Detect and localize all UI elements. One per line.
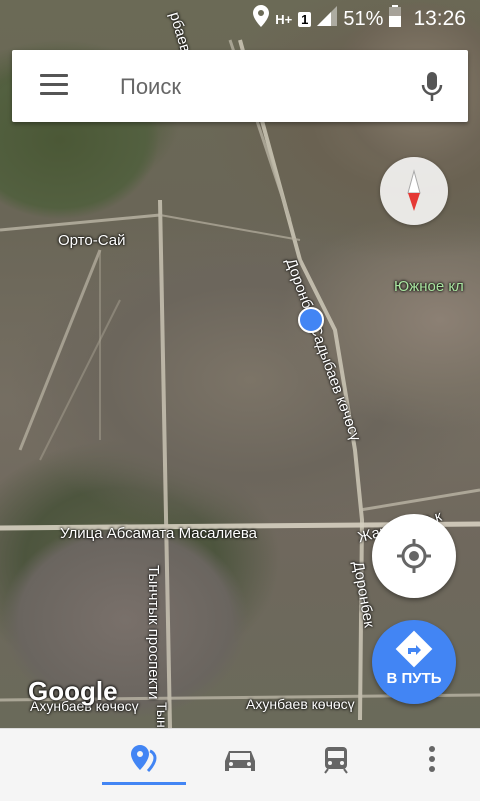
- my-location-button[interactable]: [372, 514, 456, 598]
- map-label-absamat: Улица Абсамата Масалиева: [60, 525, 258, 542]
- train-icon: [324, 747, 348, 774]
- tab-transit[interactable]: [288, 729, 384, 801]
- signal-icon: [317, 6, 338, 32]
- google-logo: Google: [28, 676, 118, 706]
- search-input[interactable]: Поиск: [120, 74, 181, 100]
- compass-button[interactable]: [380, 157, 448, 225]
- directions-label: В ПУТЬ: [386, 670, 442, 687]
- network-type-label: H+: [275, 11, 293, 27]
- map-label-tyn: Тын: [154, 702, 170, 728]
- location-pin-icon: [131, 745, 157, 773]
- bottom-navigation: [0, 728, 480, 801]
- status-bar: H+ 1 51% 13:26: [0, 0, 480, 38]
- map-label-akhunbaev-right: Ахунбаев көчөсү: [246, 696, 355, 712]
- map-label-tynchtyk: Тынчтык проспекти: [145, 565, 162, 700]
- current-location-dot: [298, 307, 324, 333]
- sim-icon: 1: [298, 11, 312, 27]
- compass-icon: [407, 169, 421, 211]
- map-label-yuzhnoe: Южное кл: [394, 278, 464, 295]
- car-icon: [225, 751, 255, 771]
- tab-explore[interactable]: [96, 729, 192, 801]
- battery-percent: 51%: [343, 7, 384, 30]
- map-label-orto-sai: Орто-Сай: [58, 232, 126, 249]
- directions-icon: [395, 630, 433, 668]
- tab-driving[interactable]: [192, 729, 288, 801]
- more-vertical-icon: [429, 746, 435, 772]
- microphone-icon[interactable]: [418, 70, 446, 104]
- search-bar[interactable]: Поиск: [12, 50, 468, 122]
- my-location-icon: [397, 539, 431, 573]
- location-status-icon: [253, 5, 270, 33]
- menu-icon[interactable]: [40, 74, 68, 96]
- directions-button[interactable]: В ПУТЬ: [372, 620, 456, 704]
- clock: 13:26: [413, 7, 466, 30]
- tab-more[interactable]: [384, 729, 480, 801]
- active-tab-indicator: [102, 782, 186, 785]
- battery-icon: [389, 5, 402, 33]
